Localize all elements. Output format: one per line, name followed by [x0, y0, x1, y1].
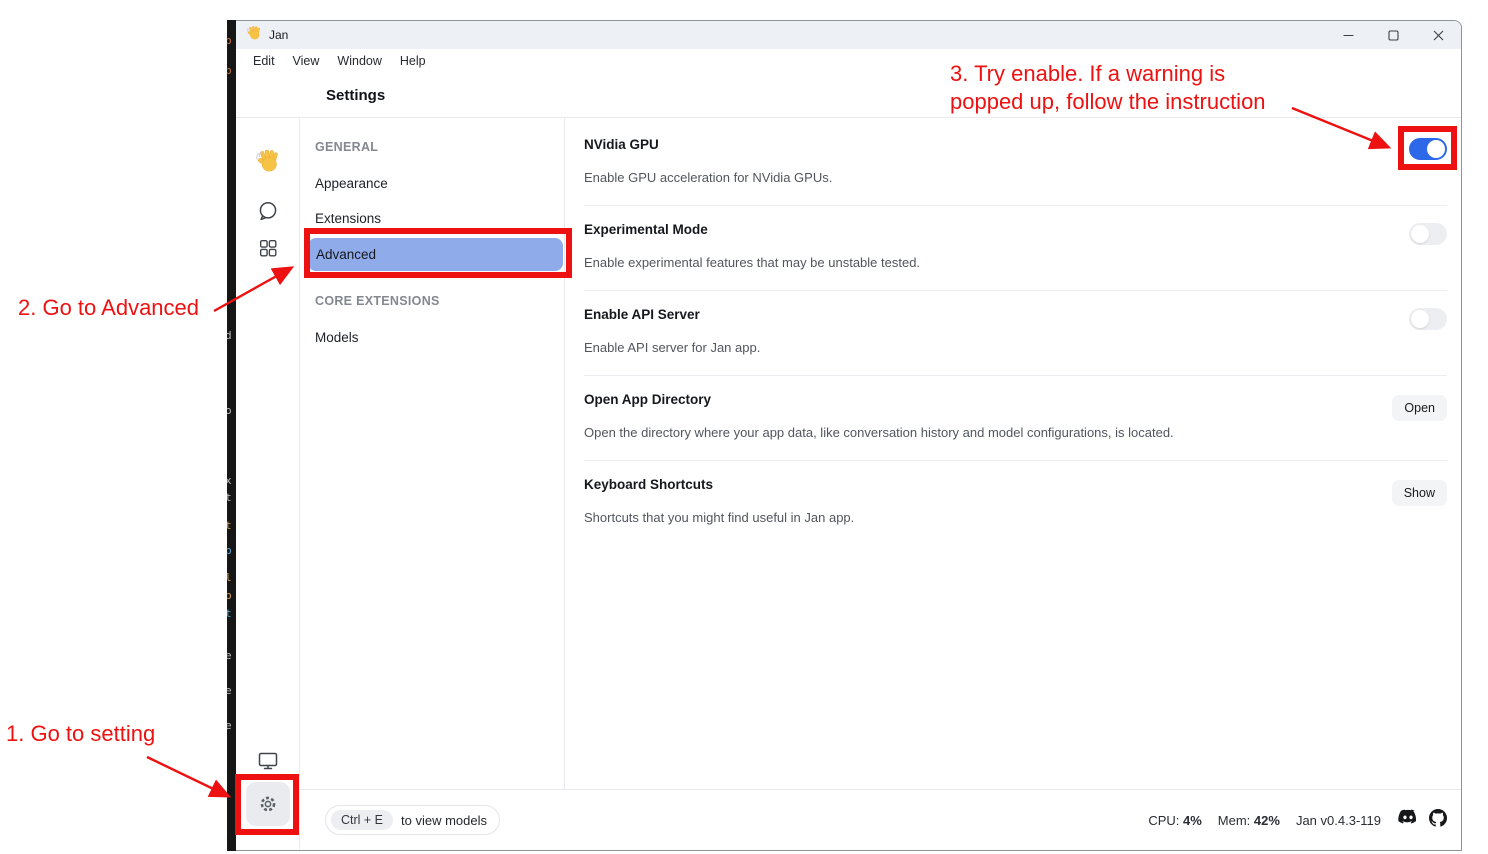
menu-bar: Edit View Window Help — [236, 49, 1461, 73]
nav-item-models[interactable]: Models — [315, 330, 359, 345]
menu-window[interactable]: Window — [328, 52, 390, 70]
row-divider — [584, 375, 1447, 376]
settings-nav: GENERAL Appearance Extensions Advanced C… — [300, 118, 565, 850]
background-terminal-strip: p p d o x t t p l p t e e e — [227, 20, 236, 851]
window-title: Jan — [269, 28, 288, 42]
row-title-enable-api-server: Enable API Server — [584, 307, 700, 322]
shortcut-hint-text: to view models — [401, 813, 487, 828]
cpu-stat: CPU: 4% — [1148, 813, 1201, 828]
toggle-knob — [1411, 310, 1429, 328]
nav-item-extensions[interactable]: Extensions — [315, 211, 381, 226]
mem-stat: Mem: 42% — [1218, 813, 1280, 828]
settings-content: NVidia GPU Enable GPU acceleration for N… — [565, 118, 1461, 850]
row-title-experimental-mode: Experimental Mode — [584, 222, 708, 237]
maximize-button[interactable] — [1371, 21, 1416, 49]
annotation-step1: 1. Go to setting — [6, 720, 155, 748]
icon-rail — [236, 118, 300, 850]
row-desc-enable-api-server: Enable API server for Jan app. — [584, 340, 760, 355]
terminal-glyph: d — [227, 330, 232, 341]
discord-icon[interactable] — [1397, 809, 1419, 831]
chat-icon[interactable] — [255, 198, 281, 224]
terminal-glyph: t — [227, 520, 232, 531]
nav-item-appearance[interactable]: Appearance — [315, 176, 388, 191]
ctrl-e-key-chip: Ctrl + E — [331, 810, 393, 830]
home-hand-icon[interactable] — [255, 148, 281, 174]
terminal-glyph: e — [227, 685, 232, 696]
nvidia-gpu-toggle[interactable] — [1409, 138, 1447, 160]
menu-edit[interactable]: Edit — [244, 52, 284, 70]
open-app-directory-button[interactable]: Open — [1392, 395, 1447, 421]
mem-label: Mem: — [1218, 813, 1251, 828]
terminal-glyph: x — [227, 475, 232, 486]
annotation-step2: 2. Go to Advanced — [18, 294, 199, 322]
row-desc-keyboard-shortcuts: Shortcuts that you might find useful in … — [584, 510, 854, 525]
keyboard-shortcuts-show-button[interactable]: Show — [1392, 480, 1447, 506]
row-title-open-app-directory: Open App Directory — [584, 392, 711, 407]
close-button[interactable] — [1416, 21, 1461, 49]
terminal-glyph: e — [227, 720, 232, 731]
shortcut-hint-pill: Ctrl + E to view models — [325, 805, 500, 835]
terminal-glyph: l — [227, 572, 232, 583]
row-desc-open-app-directory: Open the directory where your app data, … — [584, 425, 1174, 440]
mem-value: 42% — [1254, 813, 1280, 828]
api-server-toggle[interactable] — [1409, 308, 1447, 330]
toggle-knob — [1411, 225, 1429, 243]
settings-gear-button[interactable] — [246, 782, 290, 826]
github-icon[interactable] — [1429, 809, 1447, 832]
app-hand-icon — [246, 25, 262, 46]
status-bar: Ctrl + E to view models CPU: 4% Mem: 42%… — [300, 789, 1461, 850]
minimize-button[interactable] — [1326, 21, 1371, 49]
row-title-keyboard-shortcuts: Keyboard Shortcuts — [584, 477, 713, 492]
row-desc-nvidia-gpu: Enable GPU acceleration for NVidia GPUs. — [584, 170, 832, 185]
screenshot-canvas: p p d o x t t p l p t e e e — [0, 0, 1488, 854]
jan-app-window: Jan Edit View Window Help Settings — [236, 20, 1462, 851]
terminal-glyph: p — [227, 35, 232, 46]
nav-heading-core-extensions: CORE EXTENSIONS — [315, 294, 440, 308]
row-title-nvidia-gpu: NVidia GPU — [584, 137, 659, 152]
app-version: Jan v0.4.3-119 — [1296, 813, 1381, 828]
cpu-value: 4% — [1183, 813, 1202, 828]
menu-view[interactable]: View — [284, 52, 329, 70]
annotation-step3-line2: popped up, follow the instruction — [950, 88, 1266, 116]
row-divider — [584, 205, 1447, 206]
row-desc-experimental-mode: Enable experimental features that may be… — [584, 255, 920, 270]
terminal-glyph: p — [227, 545, 232, 556]
page-header: Settings — [236, 73, 1461, 118]
terminal-glyph: t — [227, 608, 232, 619]
experimental-mode-toggle[interactable] — [1409, 223, 1447, 245]
annotation-step3-line1: 3. Try enable. If a warning is — [950, 60, 1266, 88]
cpu-label: CPU: — [1148, 813, 1179, 828]
terminal-glyph: o — [227, 405, 232, 416]
system-monitor-icon[interactable] — [255, 748, 281, 774]
row-divider — [584, 460, 1447, 461]
nav-heading-general: GENERAL — [315, 140, 378, 154]
terminal-glyph: e — [227, 650, 232, 661]
apps-grid-icon[interactable] — [255, 235, 281, 261]
menu-help[interactable]: Help — [391, 52, 435, 70]
page-title: Settings — [326, 87, 385, 104]
title-bar: Jan — [236, 21, 1461, 49]
terminal-glyph: p — [227, 65, 232, 76]
window-controls — [1326, 21, 1461, 49]
terminal-glyph: p — [227, 590, 232, 601]
row-divider — [584, 290, 1447, 291]
toggle-knob — [1427, 140, 1445, 158]
nav-item-advanced-selected[interactable]: Advanced — [308, 238, 563, 271]
annotation-step3: 3. Try enable. If a warning is popped up… — [950, 60, 1266, 116]
terminal-glyph: t — [227, 492, 232, 503]
